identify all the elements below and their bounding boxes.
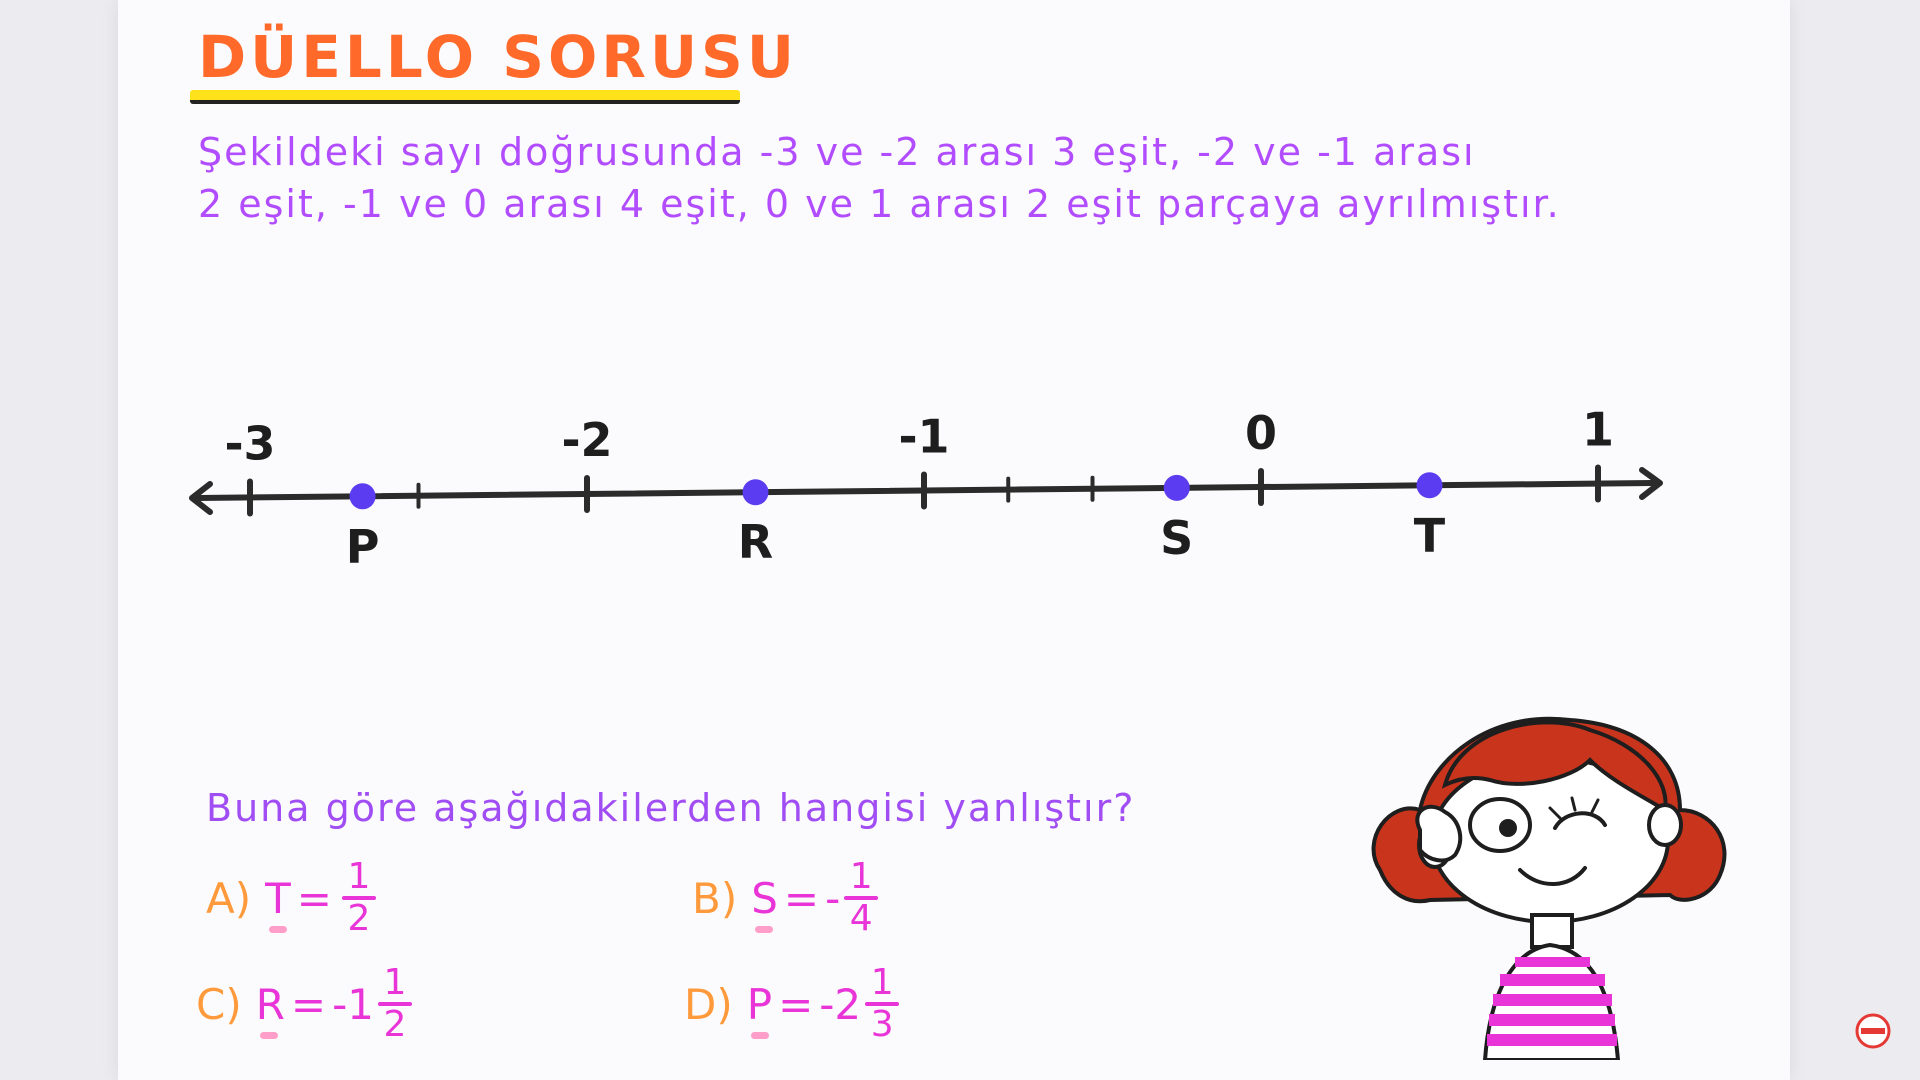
integer-label: -2 <box>561 413 612 467</box>
option-d[interactable]: D) P = -2 1 3 <box>684 962 900 1045</box>
option-fraction: 1 3 <box>865 962 900 1045</box>
fraction-numerator: 1 <box>383 962 407 1003</box>
option-fraction: 1 4 <box>844 856 879 939</box>
fraction-denominator: 2 <box>383 1004 407 1045</box>
integer-label: 1 <box>1582 403 1614 457</box>
point-marker-t <box>1416 472 1443 499</box>
fraction-denominator: 3 <box>870 1004 894 1045</box>
equals-sign: = <box>290 979 327 1029</box>
option-fraction: 1 2 <box>378 964 412 1044</box>
equals-sign: = <box>783 873 820 923</box>
option-fraction: 1 2 <box>341 856 376 939</box>
option-a[interactable]: A) T = 1 2 <box>206 858 376 938</box>
number-line: -3 -2 -1 0 1 P R S T <box>189 403 1663 573</box>
option-variable: P <box>746 979 773 1039</box>
fraction-denominator: 2 <box>347 898 371 939</box>
fraction-numerator: 1 <box>849 856 873 897</box>
point-label-t: T <box>1414 508 1446 562</box>
fraction-denominator: 4 <box>849 898 873 939</box>
description-line-2: 2 eşit, -1 ve 0 arası 4 eşit, 0 ve 1 ara… <box>198 182 1561 226</box>
point-marker-r <box>742 479 769 506</box>
point-label-p: P <box>346 519 380 573</box>
option-whole: -1 <box>332 979 374 1029</box>
equals-sign: = <box>778 979 814 1029</box>
option-c[interactable]: C) R = -1 1 2 <box>196 964 412 1044</box>
thinking-girl-icon <box>1371 716 1727 1060</box>
page-title: DÜELLO SORUSU <box>198 23 798 91</box>
fraction-numerator: 1 <box>347 856 371 897</box>
problem-description: Şekildeki sayı doğrusunda -3 ve -2 arası… <box>198 126 1678 230</box>
option-letter: C) <box>196 979 242 1029</box>
point-label-s: S <box>1160 511 1193 565</box>
fraction-numerator: 1 <box>870 962 894 1003</box>
option-variable: R <box>255 979 285 1039</box>
question-text: Buna göre aşağıdakilerden hangisi yanlış… <box>206 786 1136 830</box>
point-marker-p <box>349 483 376 510</box>
integer-label: -3 <box>224 416 275 470</box>
channel-logo-icon <box>1855 1013 1891 1049</box>
option-letter: D) <box>684 979 733 1029</box>
description-line-1: Şekildeki sayı doğrusunda -3 ve -2 arası… <box>198 130 1476 174</box>
option-letter: B) <box>692 873 738 923</box>
title-highlight <box>190 90 740 104</box>
integer-label: 0 <box>1245 406 1277 460</box>
option-variable: S <box>751 873 778 933</box>
equals-sign: = <box>296 873 332 923</box>
option-whole: - <box>825 873 841 923</box>
point-label-r: R <box>738 515 773 569</box>
option-b[interactable]: B) S = - 1 4 <box>692 856 879 939</box>
option-variable: T <box>265 873 291 933</box>
option-whole: -2 <box>819 979 862 1029</box>
integer-label: -1 <box>898 410 949 464</box>
option-letter: A) <box>206 873 252 923</box>
point-marker-s <box>1163 474 1190 501</box>
